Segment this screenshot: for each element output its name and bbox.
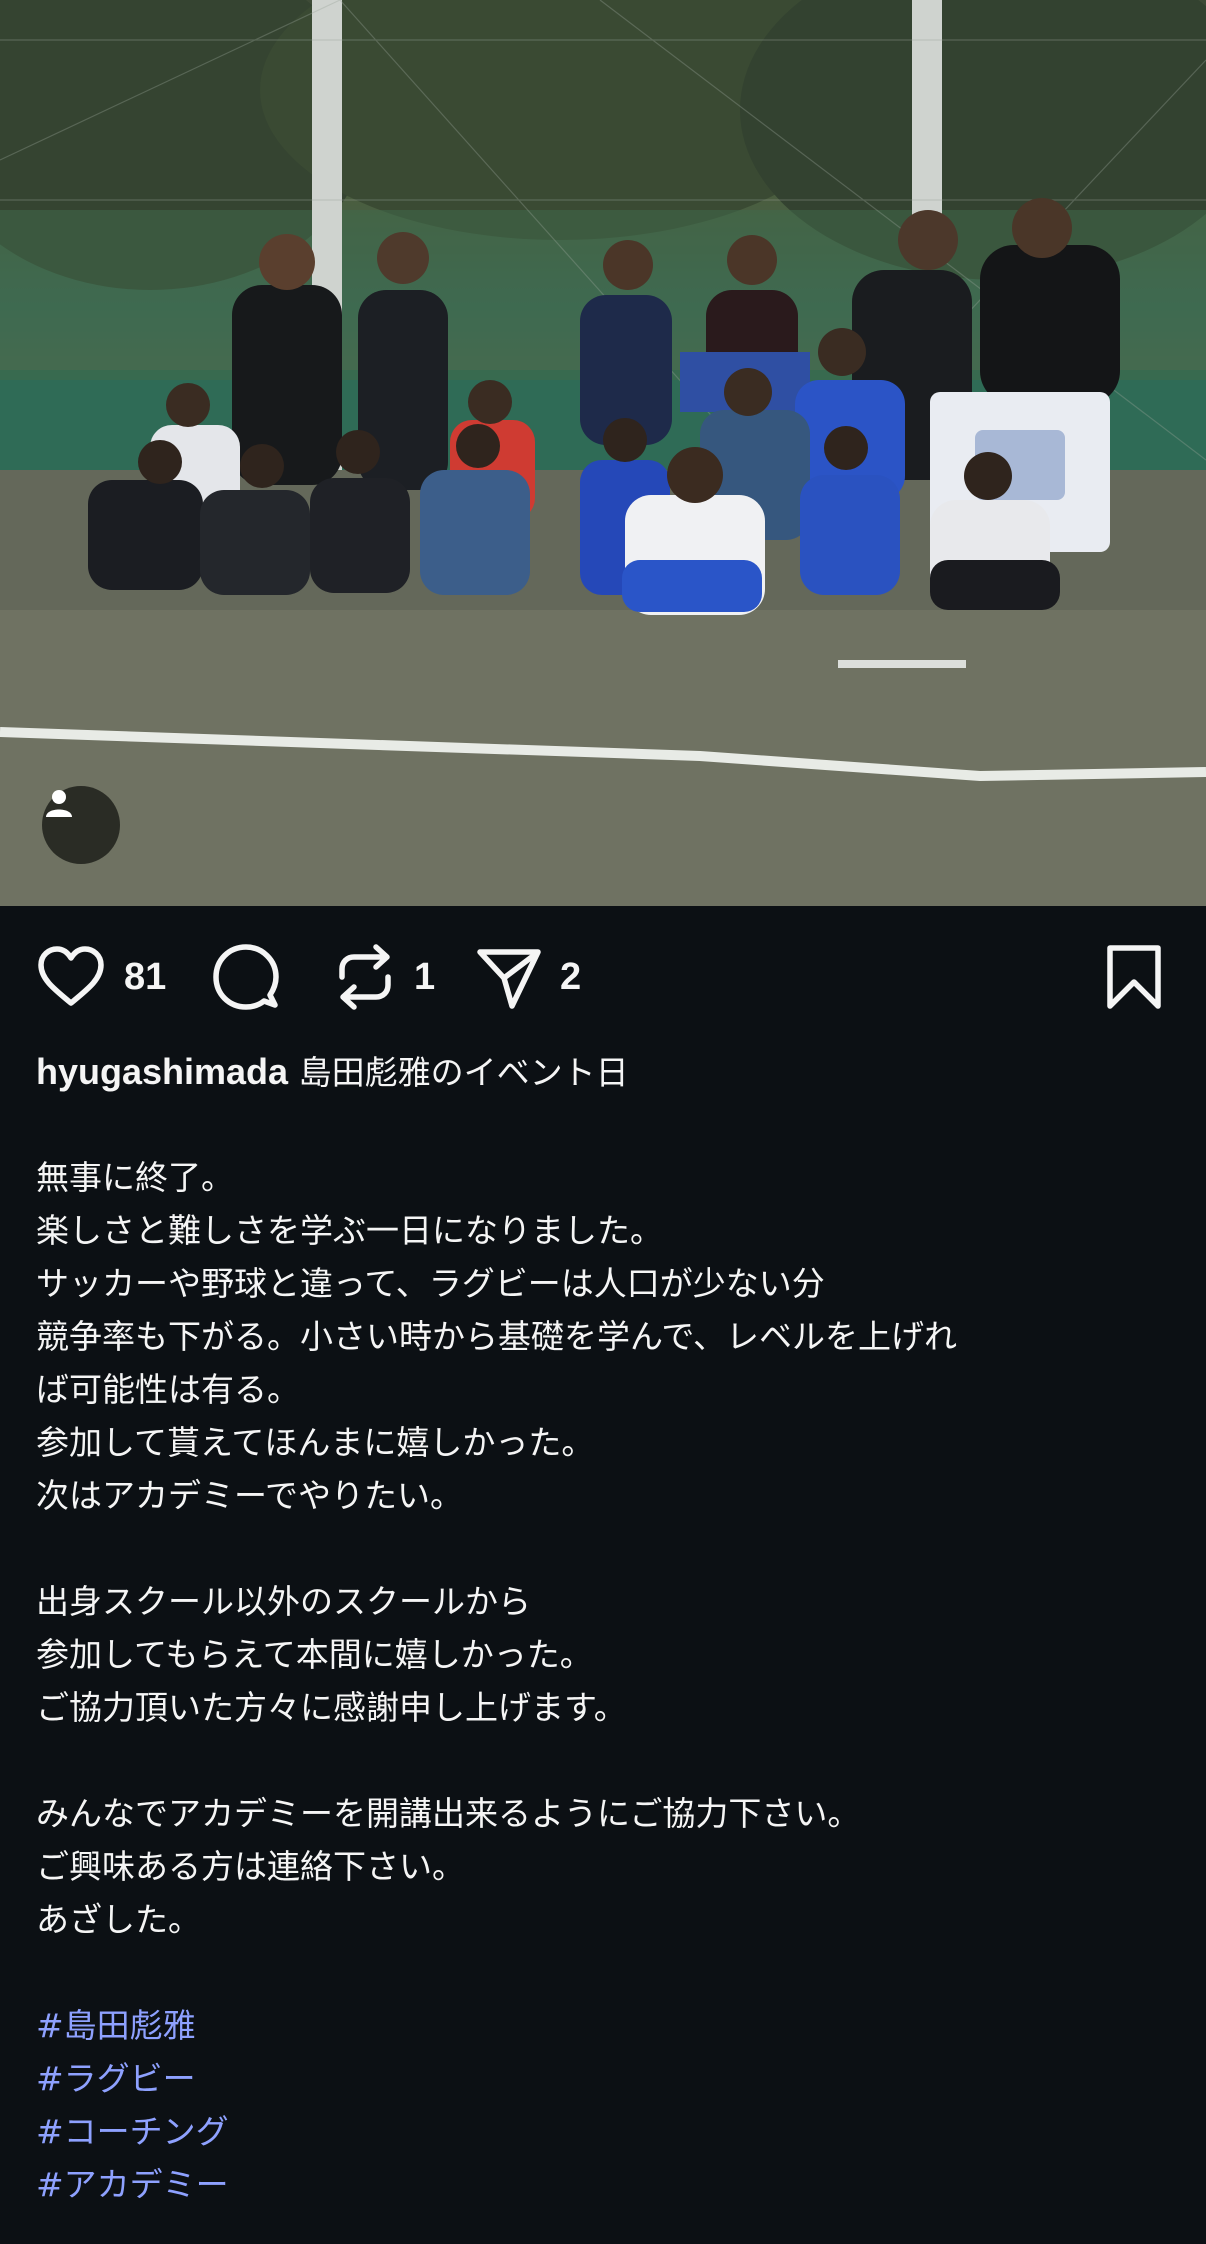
caption-body: 無事に終了。楽しさと難しさを学ぶ一日になりました。サッカーや野球と違って、ラグビ…	[36, 1098, 1176, 1999]
caption-line: 競争率も下がる。小さい時から基礎を学んで、レベルを上げれ	[36, 1317, 958, 1356]
comment-icon[interactable]	[212, 943, 280, 1011]
caption-line: 参加してもらえて本間に嬉しかった。	[36, 1635, 593, 1674]
caption-line	[36, 1734, 1176, 1787]
user-tag-icon	[46, 790, 72, 817]
share-action[interactable]: 2	[476, 942, 581, 1012]
heart-icon[interactable]	[36, 945, 106, 1009]
caption-line: 楽しさと難しさを学ぶ一日になりました。	[36, 1211, 663, 1250]
repost-count: 1	[414, 955, 436, 998]
bookmark-icon[interactable]	[1104, 944, 1164, 1010]
caption-line: ご協力頂いた方々に感謝申し上げます。	[36, 1688, 627, 1727]
caption-line: 出身スクール以外のスクールから	[36, 1582, 531, 1621]
hashtag-link[interactable]: #アカデミー	[36, 2158, 1176, 2211]
share-icon[interactable]	[476, 944, 542, 1010]
action-bar: 81 1 2	[0, 906, 1206, 1056]
post-caption: hyugashimada 島田彪雅のイベント日 無事に終了。楽しさと難しさを学ぶ…	[36, 1045, 1176, 2211]
share-count: 2	[560, 955, 582, 998]
repost-icon[interactable]	[334, 943, 396, 1011]
caption-line: ば可能性は有る。	[36, 1370, 300, 1409]
hashtag-list: #島田彪雅 #ラグビー #コーチング #アカデミー	[36, 1999, 1176, 2211]
caption-line: サッカーや野球と違って、ラグビーは人口が少ない分	[36, 1264, 825, 1303]
comment-action[interactable]	[212, 942, 280, 1012]
hashtag-link[interactable]: #島田彪雅	[36, 1999, 1176, 2052]
caption-line	[36, 1522, 1176, 1575]
hashtag-link[interactable]: #ラグビー	[36, 2052, 1176, 2105]
user-tag-button[interactable]	[42, 786, 120, 864]
like-count: 81	[124, 955, 167, 998]
caption-first-line: hyugashimada 島田彪雅のイベント日	[36, 1045, 1176, 1098]
repost-action[interactable]: 1	[334, 942, 435, 1012]
photo-scene	[0, 0, 1206, 906]
caption-username[interactable]: hyugashimada	[36, 1051, 288, 1092]
caption-line: あざした。	[36, 1900, 201, 1939]
caption-line: 無事に終了。	[36, 1158, 234, 1197]
bookmark-action[interactable]	[1104, 942, 1164, 1012]
caption-title: 島田彪雅のイベント日	[298, 1053, 629, 1092]
like-action[interactable]: 81	[36, 942, 166, 1012]
caption-line: ご興味ある方は連絡下さい。	[36, 1847, 465, 1886]
caption-line: みんなでアカデミーを開講出来るようにご協力下さい。	[36, 1794, 861, 1833]
post-photo[interactable]	[0, 0, 1206, 906]
caption-line: 次はアカデミーでやりたい。	[36, 1476, 464, 1515]
hashtag-link[interactable]: #コーチング	[36, 2105, 1176, 2158]
caption-line	[36, 1098, 1176, 1151]
caption-line	[36, 1946, 1176, 1999]
caption-line: 参加して貰えてほんまに嬉しかった。	[36, 1423, 595, 1462]
